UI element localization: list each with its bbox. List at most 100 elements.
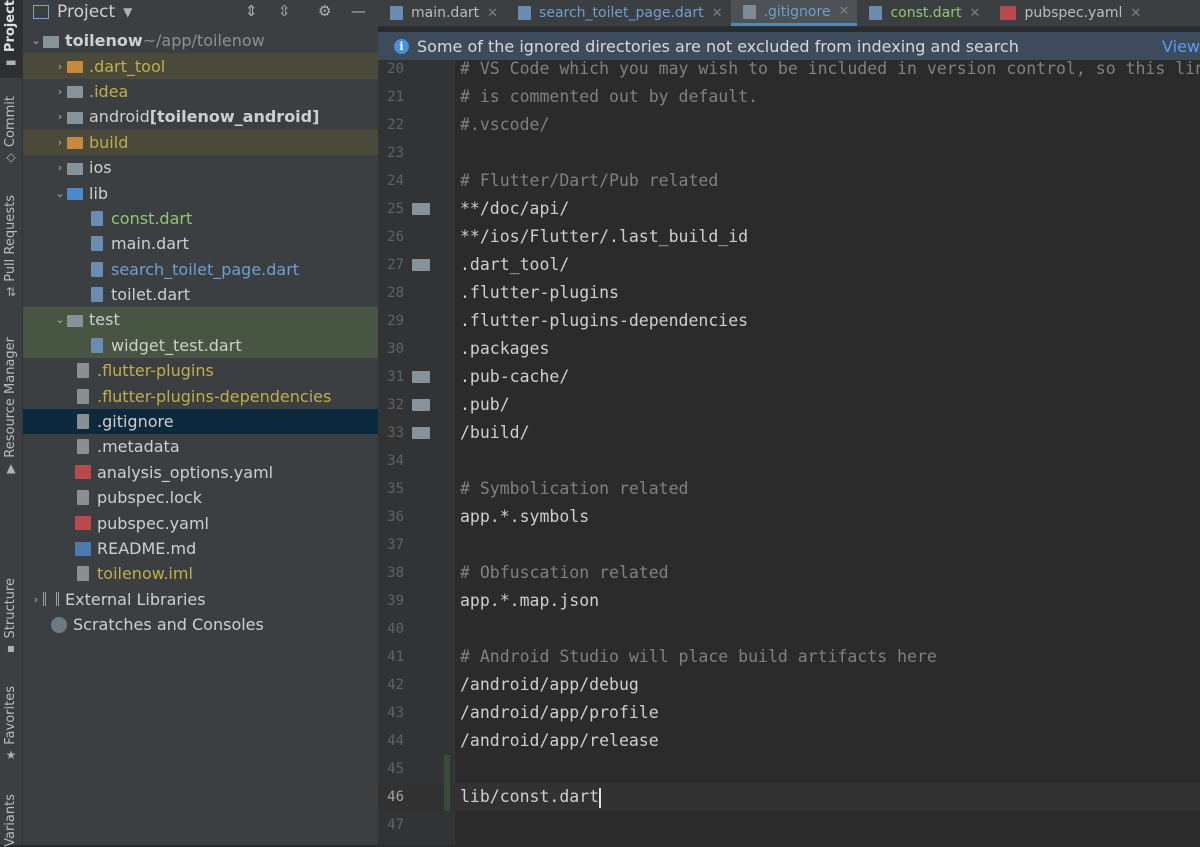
close-icon[interactable]: ✕ <box>712 6 723 21</box>
chevron-right-icon[interactable]: › <box>29 593 43 606</box>
code-comment: # Obfuscation related <box>460 559 669 587</box>
text-cursor <box>599 787 602 808</box>
tree-item-search-toilet-page-dart[interactable]: search_toilet_page.dart <box>23 257 378 282</box>
code-line[interactable]: 40 <box>378 615 1200 643</box>
code-line[interactable]: 36 app.*.symbols <box>378 503 1200 531</box>
markdown-file-icon <box>75 541 91 556</box>
tree-item-build[interactable]: › build <box>23 129 378 155</box>
tree-item-flutter-plugins[interactable]: .flutter-plugins <box>23 358 378 383</box>
tree-item-lib[interactable]: ⌄ lib <box>23 180 378 205</box>
code-line[interactable]: 37 <box>378 531 1200 559</box>
chevron-down-icon[interactable]: ⌄ <box>53 313 67 326</box>
code-line[interactable]: 29 .flutter-plugins-dependencies <box>378 307 1200 335</box>
folder-icon <box>67 137 83 150</box>
line-number: 23 <box>387 145 404 161</box>
code-line[interactable]: 35 # Symbolication related <box>378 475 1200 503</box>
tool-tab-resource-manager[interactable]: Resource Manager ▲ <box>0 337 22 474</box>
tab-search-toilet-page-dart[interactable]: search_toilet_page.dart ✕ <box>506 0 730 26</box>
tool-tab-variants[interactable]: Variants <box>0 794 22 847</box>
tool-tab-commit[interactable]: Commit ◇ <box>0 96 22 163</box>
code-line[interactable]: 44/android/app/release <box>378 727 1200 755</box>
tree-item-pubspec-lock[interactable]: pubspec.lock <box>23 485 378 510</box>
tree-item-idea[interactable]: › .idea <box>23 79 378 104</box>
chevron-down-icon[interactable]: ⌄ <box>29 34 43 47</box>
code-line[interactable]: 27 .dart_tool/ <box>378 251 1200 279</box>
code-editor[interactable]: 20 # VS Code which you may wish to be inc… <box>378 60 1200 845</box>
tab-main-dart[interactable]: main.dart ✕ <box>378 0 506 26</box>
code-line[interactable]: 26 **/ios/Flutter/.last_build_id <box>378 223 1200 251</box>
tree-item-external-libraries[interactable]: › External Libraries <box>23 587 378 612</box>
chevron-down-icon[interactable]: ⌄ <box>53 187 67 200</box>
tree-item-android[interactable]: › android [toilenow_android] <box>23 104 378 129</box>
line-number: 24 <box>387 173 404 189</box>
tree-item-const-dart[interactable]: const.dart <box>23 206 378 231</box>
code-line[interactable]: 45 <box>378 755 1200 783</box>
code-line[interactable]: 33/build/ <box>378 419 1200 447</box>
project-view-selector[interactable]: Project <box>57 2 115 22</box>
code-line[interactable]: 20 # VS Code which you may wish to be inc… <box>378 60 1200 83</box>
code-line[interactable]: 28 .flutter-plugins <box>378 279 1200 307</box>
tree-item-scratches[interactable]: Scratches and Consoles <box>23 612 378 637</box>
code-line[interactable]: 21 # is commented out by default. <box>378 83 1200 111</box>
chevron-down-icon[interactable]: ▼ <box>123 5 132 19</box>
ignored-folder-icon <box>412 259 430 271</box>
tree-item-gitignore[interactable]: .gitignore <box>23 408 378 435</box>
code-line[interactable]: 39 app.*.map.json <box>378 587 1200 615</box>
tree-item-main-dart[interactable]: main.dart <box>23 231 378 256</box>
tree-item-flutter-plugins-dependencies[interactable]: .flutter-plugins-dependencies <box>23 383 378 408</box>
line-number: 37 <box>387 537 404 553</box>
tab-const-dart[interactable]: const.dart ✕ <box>857 0 988 26</box>
folder-icon <box>67 162 83 175</box>
project-panel-header: Project ▼ ⇕ ⇳ ⚙ — <box>23 0 378 24</box>
tree-item-label: README.md <box>97 539 197 558</box>
dart-file-icon <box>518 6 532 20</box>
code-line[interactable]: 32 .pub/ <box>378 391 1200 419</box>
tree-item-pubspec-yaml[interactable]: pubspec.yaml <box>23 510 378 535</box>
code-line[interactable]: 41 # Android Studio will place build arti… <box>378 643 1200 671</box>
tree-item-widget-test-dart[interactable]: widget_test.dart <box>23 332 378 359</box>
code-line[interactable]: 34 <box>378 447 1200 475</box>
chevron-right-icon[interactable]: › <box>53 161 67 174</box>
close-icon[interactable]: ✕ <box>487 6 498 21</box>
code-line[interactable]: 23 <box>378 139 1200 167</box>
code-line[interactable]: 43/android/app/profile <box>378 699 1200 727</box>
expand-all-icon[interactable]: ⇕ <box>245 2 258 20</box>
tree-item-dart-tool[interactable]: › .dart_tool <box>23 53 378 79</box>
tree-item-readme[interactable]: README.md <box>23 536 378 561</box>
tool-tab-structure[interactable]: Structure ▪ <box>0 578 22 654</box>
chevron-right-icon[interactable]: › <box>53 60 67 73</box>
tool-tab-label: Favorites <box>3 686 18 745</box>
banner-view-link[interactable]: View <box>1162 37 1200 56</box>
line-number: 46 <box>387 789 404 805</box>
tree-item-toilet-dart[interactable]: toilet.dart <box>23 282 378 307</box>
close-icon[interactable]: ✕ <box>970 6 981 21</box>
collapse-all-icon[interactable]: ⇳ <box>278 2 291 20</box>
tree-item-test[interactable]: ⌄ test <box>23 307 378 333</box>
code-line[interactable]: 22 #.vscode/ <box>378 111 1200 139</box>
gear-icon[interactable]: ⚙ <box>318 2 331 20</box>
tab-pubspec-yaml[interactable]: pubspec.yaml ✕ <box>988 0 1149 26</box>
code-line-current[interactable]: 46 lib/const.dart <box>378 755 1200 811</box>
hide-panel-icon[interactable]: — <box>351 2 366 20</box>
close-icon[interactable]: ✕ <box>839 4 850 19</box>
chevron-right-icon[interactable]: › <box>53 85 67 98</box>
code-line[interactable]: 38 # Obfuscation related <box>378 559 1200 587</box>
code-line[interactable]: 47 <box>378 811 1200 839</box>
tree-item-analysis-options[interactable]: analysis_options.yaml <box>23 460 378 485</box>
code-line[interactable]: 30 .packages <box>378 335 1200 363</box>
chevron-right-icon[interactable]: › <box>53 110 67 123</box>
chevron-right-icon[interactable]: › <box>53 136 67 149</box>
close-icon[interactable]: ✕ <box>1130 6 1141 21</box>
tab-gitignore[interactable]: .gitignore ✕ <box>730 0 858 26</box>
tool-tab-pull-requests[interactable]: Pull Requests ⇅ <box>0 195 22 298</box>
code-line[interactable]: 25 **/doc/api/ <box>378 195 1200 223</box>
tree-item-toilenow-iml[interactable]: toilenow.iml <box>23 561 378 586</box>
tool-tab-project[interactable]: Project ▬ <box>0 0 22 78</box>
tree-item-metadata[interactable]: .metadata <box>23 434 378 459</box>
tree-item-ios[interactable]: › ios <box>23 155 378 180</box>
tool-tab-favorites[interactable]: Favorites ★ <box>0 686 22 761</box>
tree-item-root[interactable]: ⌄ toilenow ~/app/toilenow <box>23 28 378 53</box>
code-line[interactable]: 42/android/app/debug <box>378 671 1200 699</box>
code-line[interactable]: 24 # Flutter/Dart/Pub related <box>378 167 1200 195</box>
code-line[interactable]: 31 .pub-cache/ <box>378 363 1200 391</box>
